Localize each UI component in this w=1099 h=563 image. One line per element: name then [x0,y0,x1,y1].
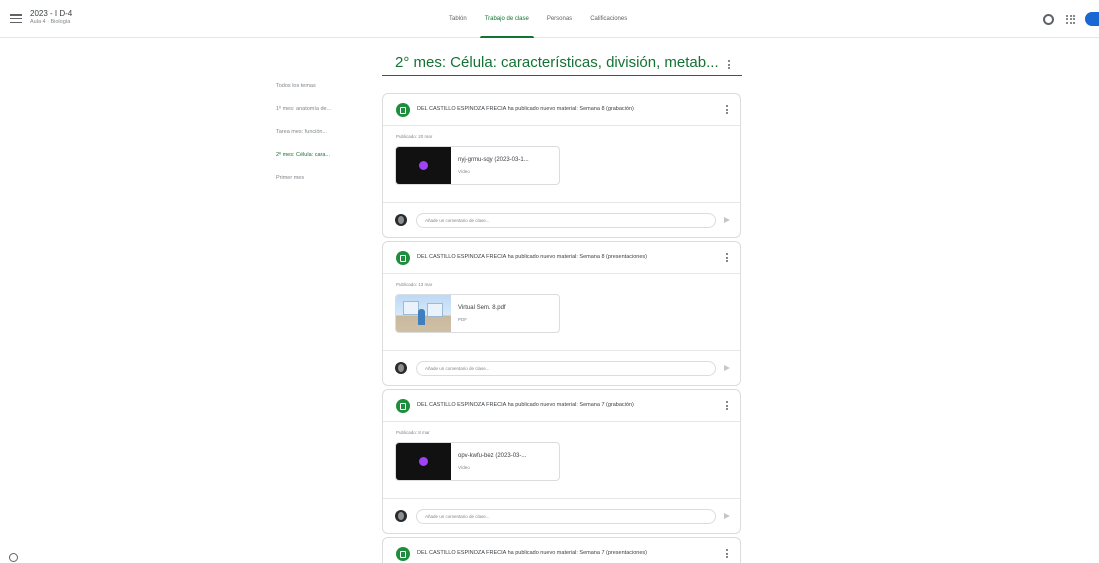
more-options-icon[interactable] [726,253,728,264]
pdf-thumbnail [396,295,451,332]
published-date: Publicado: 13 mar [396,282,433,287]
attachment-type: Vídeo [458,465,470,470]
material-card-header[interactable]: DEL CASTILLO ESPINOZA FRECIA ha publicad… [383,390,740,422]
material-card: DEL CASTILLO ESPINOZA FRECIA ha publicad… [382,241,741,386]
material-card-header[interactable]: DEL CASTILLO ESPINOZA FRECIA ha publicad… [383,94,740,126]
sidebar-item-all-topics[interactable]: Todos los temas [276,81,331,104]
topic-heading: 2° mes: Célula: características, divisió… [382,52,742,76]
comment-row: Añade un comentario de clase... [383,350,740,385]
attachment-type: Vídeo [458,169,470,174]
course-subtitle: Aula 4 · Biología [30,19,71,25]
sidebar-item-first-month[interactable]: Primer mes [276,173,331,196]
avatar [395,510,407,522]
course-header[interactable]: 2023 - I D-4 Aula 4 · Biología [30,9,72,25]
class-comment-input[interactable]: Añade un comentario de clase... [416,361,716,376]
attachment-name[interactable]: nyj-grmu-sqy (2023-03-1... [458,157,529,163]
material-title[interactable]: DEL CASTILLO ESPINOZA FRECIA ha publicad… [417,550,647,556]
send-icon[interactable] [724,513,730,519]
avatar [395,214,407,226]
attachment-name[interactable]: opv-kwfu-bez (2023-03-... [458,453,526,459]
published-date: Publicado: 20 mar [396,134,433,139]
tab-grades[interactable]: Calificaciones [581,0,636,38]
material-icon [396,251,410,265]
video-icon [419,161,428,170]
attachment-card[interactable]: Virtual Sem. 8.pdf PDF [395,294,560,333]
gear-icon[interactable] [1043,13,1054,25]
material-title[interactable]: DEL CASTILLO ESPINOZA FRECIA ha publicad… [417,254,647,260]
account-avatar[interactable] [1085,12,1099,26]
material-icon [396,103,410,117]
top-actions [1043,12,1099,26]
tab-people[interactable]: Personas [538,0,581,38]
topic-sidebar: Todos los temas 1º mes: anatomía de... T… [276,81,331,196]
more-options-icon[interactable] [726,401,728,412]
published-date: Publicado: 8 mar [396,430,430,435]
class-comment-input[interactable]: Añade un comentario de clase... [416,509,716,524]
comment-row: Añade un comentario de clase... [383,498,740,533]
tab-stream[interactable]: Tablón [440,0,476,38]
attachment-card[interactable]: nyj-grmu-sqy (2023-03-1... Vídeo [395,146,560,185]
comment-row: Añade un comentario de clase... [383,202,740,237]
material-icon [396,399,410,413]
course-title[interactable]: 2023 - I D-4 [30,9,72,18]
video-thumbnail [396,443,451,480]
attachment-type: PDF [458,317,467,322]
menu-icon[interactable] [10,14,22,24]
attachment-card[interactable]: opv-kwfu-bez (2023-03-... Vídeo [395,442,560,481]
topic-title: 2° mes: Célula: características, divisió… [395,54,719,71]
material-card: DEL CASTILLO ESPINOZA FRECIA ha publicad… [382,389,741,534]
avatar [395,362,407,374]
sidebar-item-month-1[interactable]: 1º mes: anatomía de... [276,104,331,127]
material-title[interactable]: DEL CASTILLO ESPINOZA FRECIA ha publicad… [417,402,634,408]
sidebar-item-task-month[interactable]: Tarea mes: función... [276,127,331,150]
class-tabs: Tablón Trabajo de clase Personas Calific… [440,0,636,38]
material-card-header[interactable]: DEL CASTILLO ESPINOZA FRECIA ha publicad… [383,242,740,274]
video-thumbnail [396,147,451,184]
help-icon[interactable] [9,553,18,562]
more-options-icon[interactable] [726,105,728,116]
material-icon [396,547,410,561]
sidebar-item-month-2[interactable]: 2º mes: Célula: cara... [276,150,331,173]
material-title[interactable]: DEL CASTILLO ESPINOZA FRECIA ha publicad… [417,106,634,112]
material-card-header[interactable]: DEL CASTILLO ESPINOZA FRECIA ha publicad… [383,538,740,563]
material-card: DEL CASTILLO ESPINOZA FRECIA ha publicad… [382,537,741,563]
send-icon[interactable] [724,217,730,223]
tab-classwork[interactable]: Trabajo de clase [476,0,538,38]
more-options-icon[interactable] [726,549,728,560]
send-icon[interactable] [724,365,730,371]
video-icon [419,457,428,466]
more-options-icon[interactable] [728,60,730,71]
material-card: DEL CASTILLO ESPINOZA FRECIA ha publicad… [382,93,741,238]
top-app-bar: 2023 - I D-4 Aula 4 · Biología Tablón Tr… [0,0,1099,38]
attachment-name[interactable]: Virtual Sem. 8.pdf [458,305,506,311]
class-comment-input[interactable]: Añade un comentario de clase... [416,213,716,228]
apps-grid-icon[interactable] [1066,14,1075,24]
